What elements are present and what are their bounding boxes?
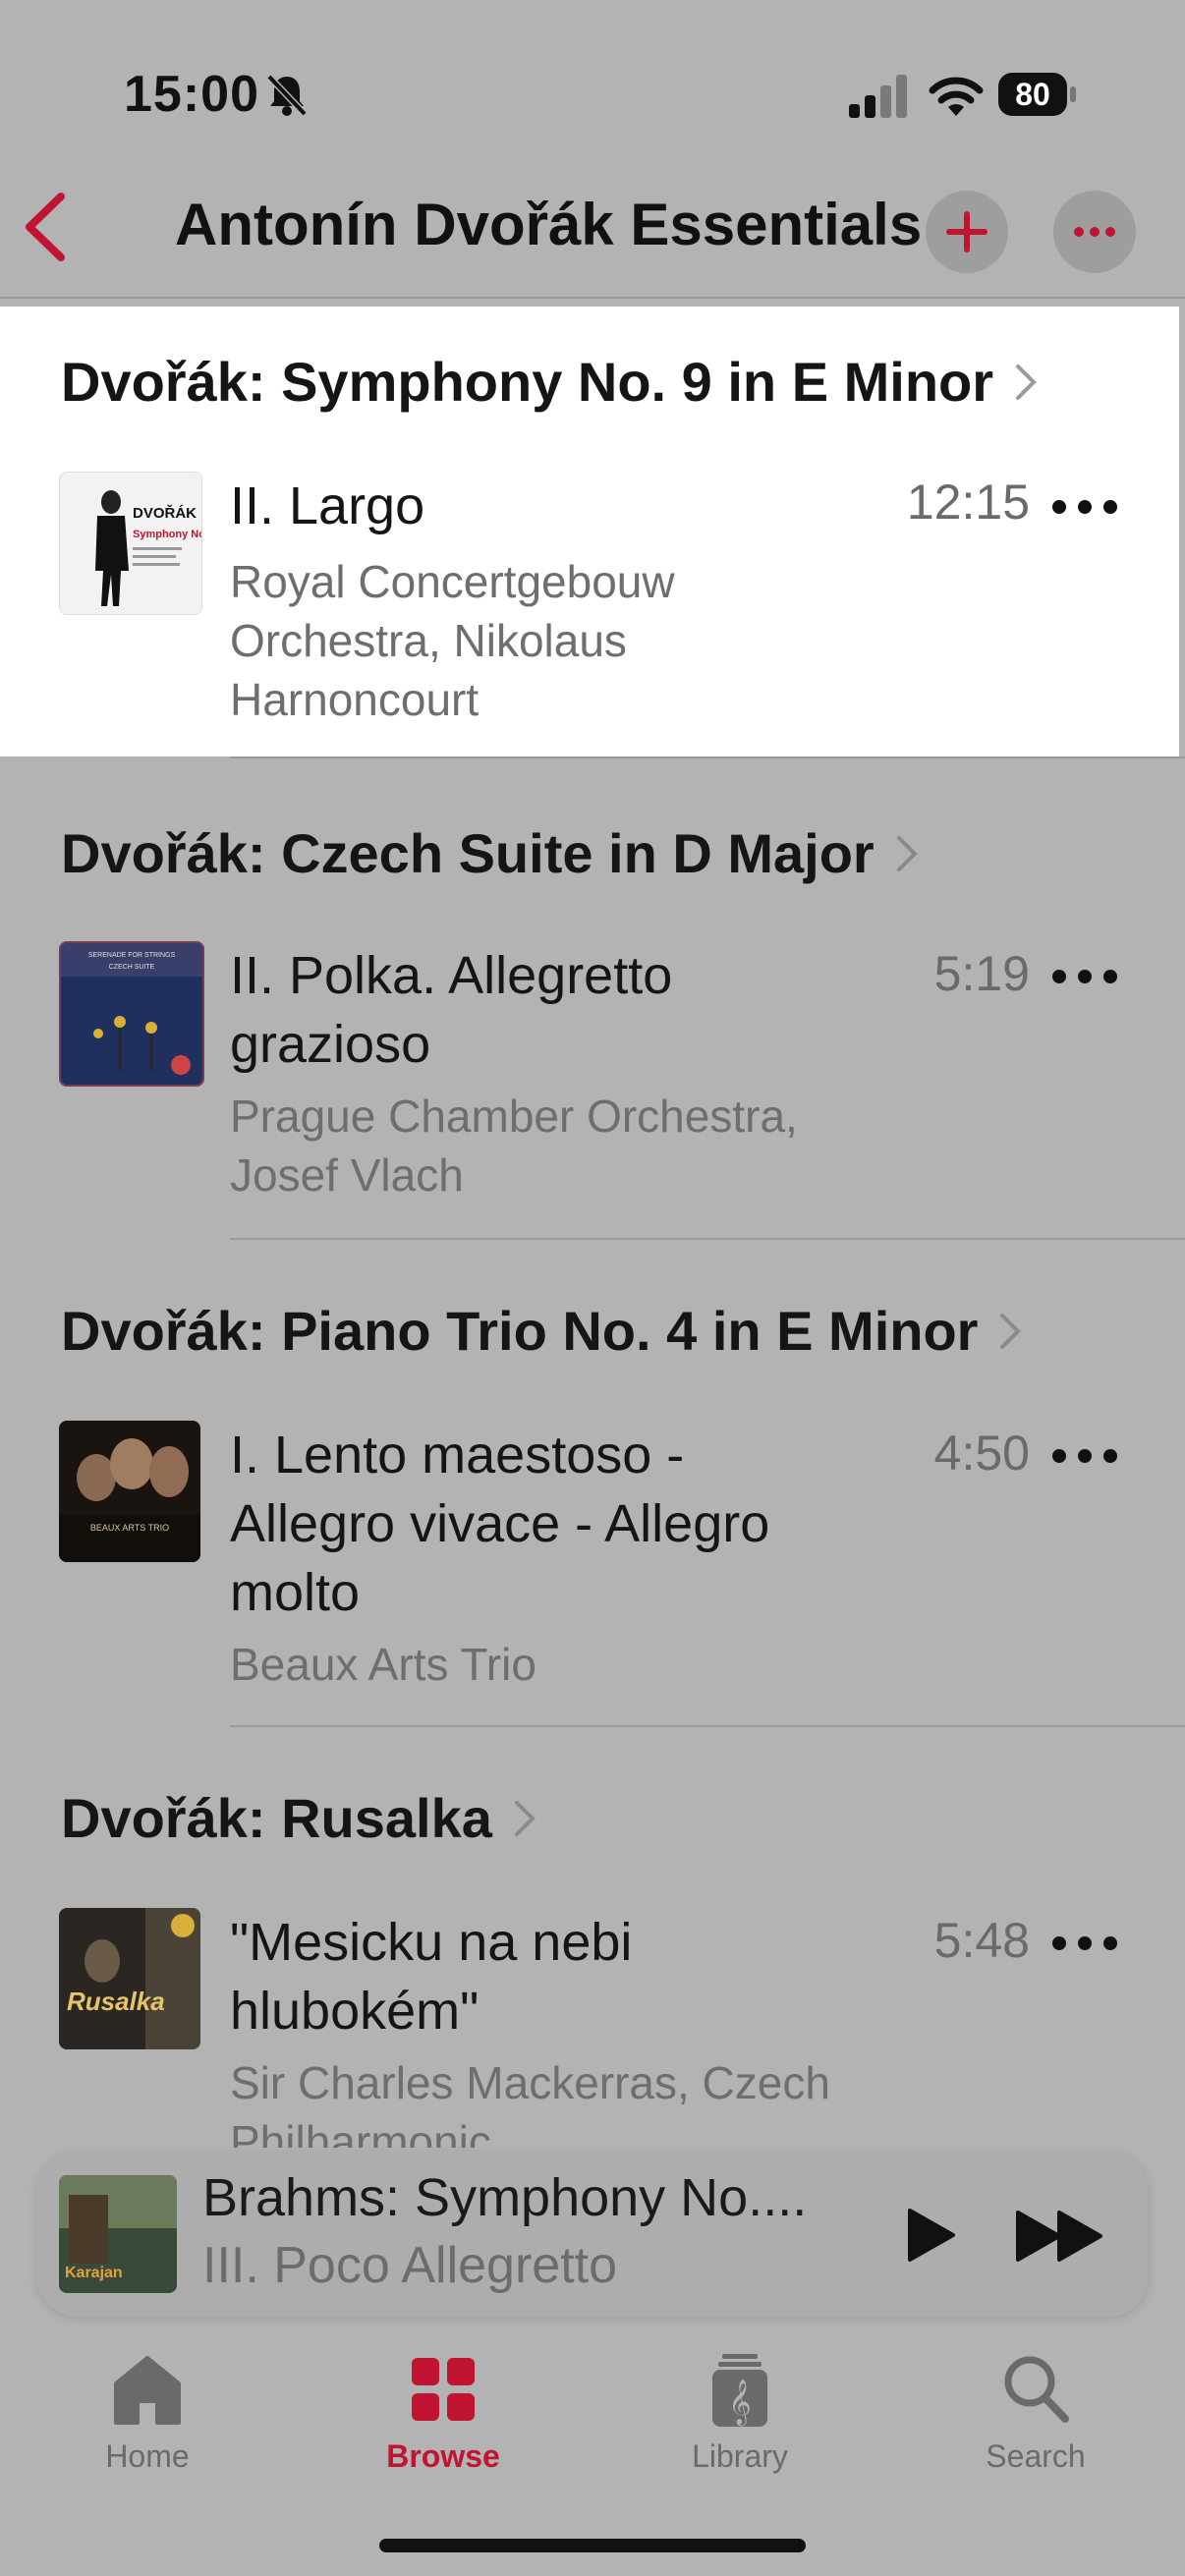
tab-label: Home (105, 2438, 190, 2474)
add-button[interactable] (926, 191, 1008, 273)
back-chevron-icon[interactable] (18, 189, 73, 265)
chevron-right-icon (1000, 1313, 1022, 1349)
art-work: Symphony No. 9 (133, 529, 201, 540)
page-title: Antonín Dvořák Essentials (175, 192, 923, 257)
art-line1: BEAUX ARTS TRIO (90, 1523, 169, 1533)
mini-player-art[interactable]: Karajan (59, 2175, 177, 2293)
album-link-rusalka[interactable]: Dvořák: Rusalka (61, 1786, 537, 1850)
home-indicator (379, 2539, 806, 2552)
row-divider (230, 1725, 1185, 1727)
tab-label: Library (692, 2438, 788, 2474)
track-more-icon[interactable] (1049, 1933, 1120, 1953)
track-more-icon[interactable] (1049, 497, 1120, 517)
track-more-icon[interactable] (1049, 967, 1120, 986)
row-divider (230, 1238, 1185, 1240)
mini-player-art-image: Karajan (59, 2175, 177, 2293)
tab-home[interactable]: Home (49, 2350, 246, 2475)
battery-icon: 80 (998, 73, 1079, 118)
track-artist: Beaux Arts Trio (230, 1639, 536, 1690)
track-artist: Royal Concertgebouw Orchestra, Nikolaus … (230, 556, 675, 725)
album-art-image: SERENADE FOR STRINGS CZECH SUITE (61, 943, 202, 1085)
tab-browse[interactable]: Browse (345, 2350, 541, 2475)
tab-search[interactable]: Search (937, 2350, 1134, 2475)
album-art[interactable]: Rusalka (59, 1908, 200, 2049)
chevron-right-icon (514, 1800, 536, 1836)
track-title[interactable]: "Mesicku na nebi hlubokém" (230, 1908, 839, 2045)
fast-forward-icon[interactable] (1014, 2209, 1106, 2264)
music-library-icon: 𝄞 (712, 2354, 767, 2427)
album-title: Dvořák: Rusalka (61, 1787, 492, 1849)
battery-level: 80 (1015, 76, 1050, 112)
album-title: Dvořák: Piano Trio No. 4 in E Minor (61, 1300, 979, 1362)
album-link-czech-suite[interactable]: Dvořák: Czech Suite in D Major (61, 821, 920, 885)
ellipsis-icon (1074, 227, 1115, 237)
track-duration: 12:15 (906, 475, 1030, 530)
art-line1: SERENADE FOR STRINGS (88, 952, 176, 959)
album-link-symphony-9[interactable]: Dvořák: Symphony No. 9 in E Minor (61, 350, 1039, 414)
now-playing-subtitle: III. Poco Allegretto (202, 2237, 618, 2294)
tab-label: Browse (386, 2438, 500, 2474)
house-icon (114, 2356, 181, 2425)
mini-art-text: Karajan (65, 2265, 123, 2281)
art-line2: CZECH SUITE (109, 964, 155, 971)
album-link-piano-trio[interactable]: Dvořák: Piano Trio No. 4 in E Minor (61, 1299, 1023, 1363)
album-art-image: DVOŘÁK Symphony No. 9 (60, 473, 201, 614)
plus-icon (946, 211, 988, 252)
album-title: Dvořák: Symphony No. 9 in E Minor (61, 351, 994, 413)
album-art-image: BEAUX ARTS TRIO (59, 1421, 200, 1562)
magnifier-icon (1004, 2356, 1069, 2423)
chevron-right-icon (1016, 364, 1037, 400)
now-playing-title[interactable]: Brahms: Symphony No.... (202, 2167, 851, 2228)
grid-icon (412, 2358, 475, 2421)
track-artist: Prague Chamber Orchestra, Josef Vlach (230, 1091, 798, 1201)
track-more-icon[interactable] (1049, 1446, 1120, 1466)
silent-bell-icon (266, 74, 308, 117)
track-duration: 4:50 (933, 1426, 1030, 1481)
track-duration: 5:19 (933, 946, 1030, 1001)
row-divider (230, 756, 1185, 758)
art-composer: DVOŘÁK (133, 504, 197, 522)
track-title[interactable]: II. Largo (230, 472, 878, 540)
cellular-signal-icon (849, 75, 907, 118)
wifi-icon (929, 77, 984, 116)
tab-library[interactable]: 𝄞 Library (642, 2350, 838, 2475)
play-icon[interactable] (902, 2207, 959, 2264)
track-artist: Sir Charles Mackerras, Czech Philharmoni… (230, 2057, 830, 2148)
album-art-image: Rusalka (59, 1908, 200, 2049)
chevron-right-icon (896, 835, 918, 871)
album-art[interactable]: SERENADE FOR STRINGS CZECH SUITE (59, 941, 204, 1087)
nav-divider (0, 297, 1185, 299)
status-time: 15:00 (124, 66, 259, 123)
track-duration: 5:48 (933, 1913, 1030, 1968)
art-line1: Rusalka (67, 1987, 165, 2016)
album-art[interactable]: DVOŘÁK Symphony No. 9 (59, 472, 202, 615)
track-title[interactable]: II. Polka. Allegretto grazioso (230, 941, 839, 1079)
more-options-button[interactable] (1053, 191, 1136, 273)
track-title[interactable]: I. Lento maestoso - Allegro vivace - All… (230, 1421, 839, 1627)
tab-label: Search (986, 2438, 1086, 2474)
album-title: Dvořák: Czech Suite in D Major (61, 822, 875, 884)
svg-text:𝄞: 𝄞 (728, 2380, 752, 2427)
album-art[interactable]: BEAUX ARTS TRIO (59, 1421, 200, 1562)
